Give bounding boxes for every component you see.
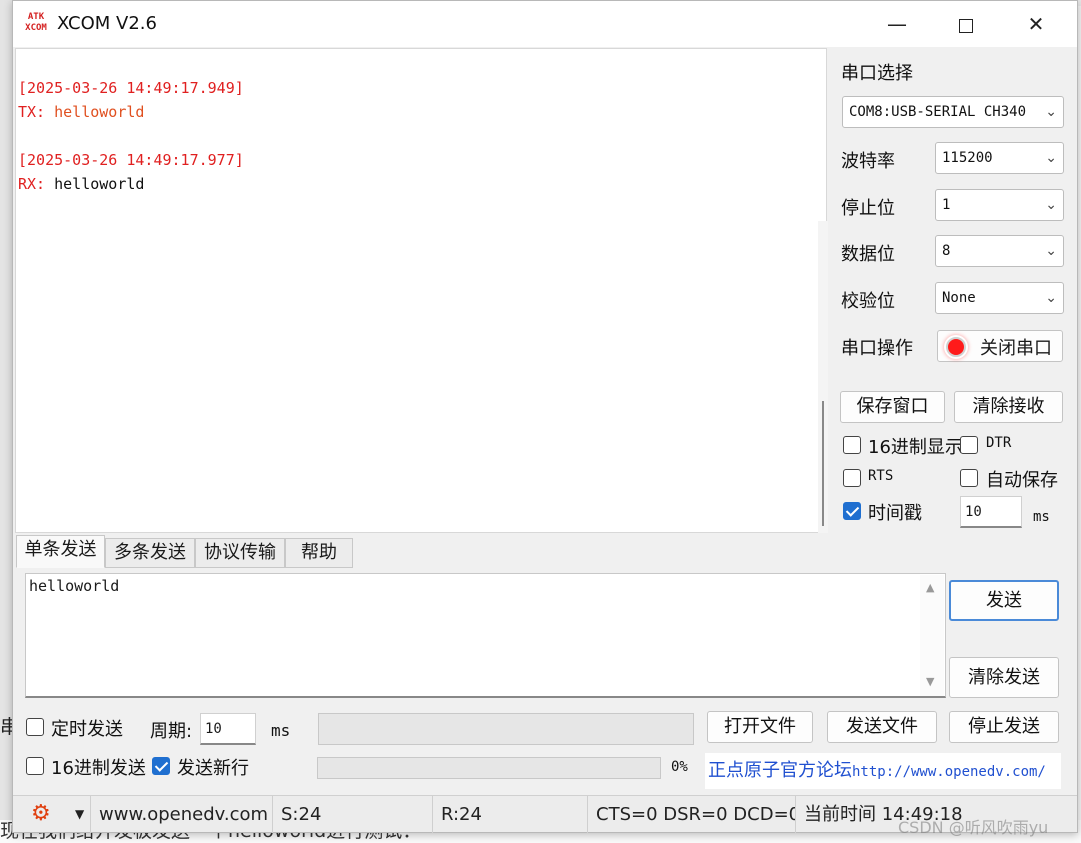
clear-send-button[interactable]: 清除发送 — [949, 657, 1059, 698]
send-newline-label: 发送新行 — [177, 758, 249, 779]
status-line-signals: CTS=0 DSR=0 DCD=0 — [588, 796, 796, 833]
period-unit: ms — [271, 721, 291, 740]
status-site[interactable]: www.openedv.com — [91, 796, 273, 833]
send-text: helloworld — [29, 577, 120, 595]
tab-multi-send[interactable]: 多条发送 — [105, 538, 195, 568]
period-label: 周期: — [150, 721, 193, 742]
dtr-label: DTR — [986, 435, 1012, 451]
xcom-window: ATK XCOM XCOM V2.6 — ✕ [2025-03-26 14:49… — [12, 0, 1078, 833]
log-timestamp: [2025-03-26 14:49:17.949] — [18, 79, 244, 97]
hex-display-label: 16进制显示 — [868, 437, 963, 458]
log-timestamp: [2025-03-26 14:49:17.977] — [18, 151, 244, 169]
timed-send-label: 定时发送 — [51, 719, 123, 740]
receive-area[interactable]: [2025-03-26 14:49:17.949] TX: helloworld… — [15, 48, 828, 533]
timestamp-unit: ms — [1033, 509, 1050, 525]
close-port-label: 关闭串口 — [980, 338, 1052, 359]
auto-save-label: 自动保存 — [986, 470, 1058, 491]
clear-receive-button[interactable]: 清除接收 — [954, 391, 1063, 423]
data-bits-select[interactable]: 8 ⌄ — [935, 235, 1064, 267]
open-file-button[interactable]: 打开文件 — [707, 711, 813, 743]
minimize-button[interactable]: — — [862, 1, 932, 47]
baud-value: 115200 — [942, 150, 993, 166]
log-entry-rx: RX: helloworld — [18, 175, 144, 193]
log-direction: TX: — [18, 103, 46, 121]
baud-label: 波特率 — [841, 151, 895, 172]
stop-bits-value: 1 — [942, 197, 951, 213]
baud-select[interactable]: 115200 ⌄ — [935, 142, 1064, 174]
minimize-icon: — — [887, 12, 907, 36]
logo-line-2: XCOM — [25, 23, 47, 33]
chevron-down-icon: ⌄ — [1045, 290, 1057, 306]
log-entry-tx: TX: helloworld — [18, 103, 144, 121]
stop-bits-label: 停止位 — [841, 198, 895, 219]
log-payload: helloworld — [45, 175, 145, 193]
file-path-bar — [318, 713, 694, 745]
send-progress-text: 0% — [671, 759, 688, 775]
watermark: CSDN @听风吹雨yu — [898, 818, 1049, 837]
tab-single-send[interactable]: 单条发送 — [16, 535, 105, 568]
timestamp-checkbox[interactable] — [843, 502, 861, 520]
chevron-down-icon: ⌄ — [1045, 104, 1057, 120]
stop-bits-select[interactable]: 1 ⌄ — [935, 189, 1064, 221]
data-bits-label: 数据位 — [841, 244, 895, 265]
timestamp-interval-input[interactable]: 10 — [960, 496, 1022, 528]
stop-send-button[interactable]: 停止发送 — [949, 711, 1059, 743]
data-bits-value: 8 — [942, 243, 951, 259]
status-sent-count: S:24 — [273, 796, 433, 833]
receive-scroll-thumb[interactable] — [822, 401, 824, 526]
forum-link[interactable]: 正点原子官方论坛http://www.openedv.com/ — [705, 753, 1061, 789]
status-received-count: R:24 — [433, 796, 588, 833]
hex-display-checkbox[interactable] — [843, 436, 861, 454]
gear-icon[interactable]: ⚙ — [31, 803, 51, 825]
parity-value: None — [942, 290, 976, 306]
dtr-checkbox[interactable] — [960, 436, 978, 454]
close-port-button[interactable]: 关闭串口 — [937, 330, 1063, 362]
parity-select[interactable]: None ⌄ — [935, 282, 1064, 314]
settings-menu[interactable]: ⚙ ▼ — [13, 796, 91, 833]
hex-send-label: 16进制发送 — [51, 758, 146, 779]
save-window-button[interactable]: 保存窗口 — [840, 391, 945, 423]
led-icon — [946, 337, 966, 357]
send-newline-checkbox[interactable] — [152, 757, 170, 775]
tab-help[interactable]: 帮助 — [285, 538, 353, 568]
chevron-down-icon: ⌄ — [1045, 150, 1057, 166]
send-progress-bar — [317, 757, 661, 779]
chevron-down-icon[interactable]: ▼ — [75, 796, 84, 833]
log-payload: helloworld — [45, 103, 145, 121]
port-op-label: 串口操作 — [841, 338, 913, 359]
send-scrollbar[interactable]: ▲ ▼ — [920, 575, 944, 696]
title-bar[interactable]: ATK XCOM XCOM V2.6 — ✕ — [13, 1, 1077, 47]
port-label: 串口选择 — [841, 63, 913, 84]
forum-text: 正点原子官方论坛 — [708, 760, 852, 781]
close-icon: ✕ — [1027, 12, 1045, 36]
chevron-down-icon: ⌄ — [1045, 197, 1057, 213]
window-title: XCOM V2.6 — [57, 13, 157, 34]
auto-save-checkbox[interactable] — [960, 469, 978, 487]
chevron-down-icon: ⌄ — [1045, 243, 1057, 259]
port-value: COM8:USB-SERIAL CH340 — [849, 104, 1027, 120]
timestamp-label: 时间戳 — [868, 503, 922, 524]
receive-scrollbar[interactable] — [818, 221, 828, 533]
maximize-icon — [959, 18, 973, 33]
rts-checkbox[interactable] — [843, 469, 861, 487]
period-input[interactable]: 10 — [200, 713, 256, 745]
log-direction: RX: — [18, 175, 46, 193]
port-select[interactable]: COM8:USB-SERIAL CH340 ⌄ — [842, 96, 1064, 128]
close-button[interactable]: ✕ — [1001, 1, 1071, 47]
parity-label: 校验位 — [841, 291, 895, 312]
send-input[interactable]: helloworld ▲ ▼ — [25, 573, 946, 698]
send-button[interactable]: 发送 — [949, 580, 1059, 621]
scroll-down-icon[interactable]: ▼ — [926, 675, 934, 688]
logo-line-1: ATK — [27, 12, 45, 22]
forum-url: http://www.openedv.com/ — [852, 764, 1046, 780]
scroll-up-icon[interactable]: ▲ — [926, 581, 934, 594]
maximize-button[interactable] — [931, 1, 1001, 47]
hex-send-checkbox[interactable] — [26, 757, 44, 775]
tab-protocol[interactable]: 协议传输 — [195, 538, 285, 568]
app-logo: ATK XCOM — [23, 12, 49, 36]
send-file-button[interactable]: 发送文件 — [827, 711, 937, 743]
rts-label: RTS — [868, 468, 894, 484]
timed-send-checkbox[interactable] — [26, 718, 44, 736]
